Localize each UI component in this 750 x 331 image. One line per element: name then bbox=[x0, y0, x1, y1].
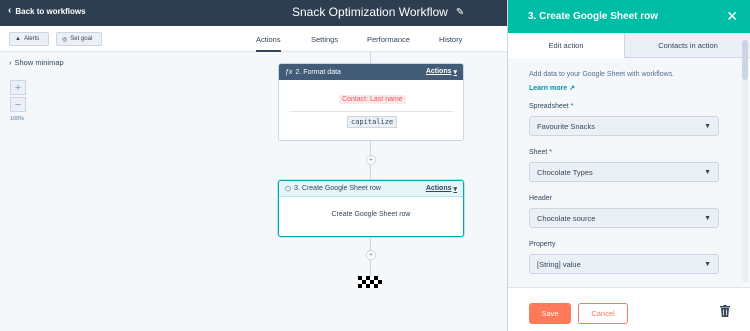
card-header: ƒx 2. Format data Actions ▾ bbox=[279, 64, 463, 80]
target-icon: ◎ bbox=[62, 36, 68, 43]
card-title: 2. Format data bbox=[295, 68, 341, 76]
caret-down-icon: ▾ bbox=[453, 185, 457, 193]
card-body-text: Create Google Sheet row bbox=[331, 211, 411, 218]
caret-down-icon: ▼ bbox=[704, 122, 711, 130]
alerts-button[interactable]: ▲ Alerts bbox=[9, 32, 49, 46]
fx-icon: ƒx bbox=[285, 68, 293, 76]
workflow-title[interactable]: Snack Optimization Workflow ✎ bbox=[292, 5, 464, 19]
caret-down-icon: ▼ bbox=[704, 260, 711, 268]
panel-description: Add data to your Google Sheet with workf… bbox=[529, 71, 675, 78]
set-goal-label: Set goal bbox=[70, 36, 93, 42]
set-goal-button[interactable]: ◎ Set goal bbox=[56, 32, 102, 46]
zoom-out-button[interactable]: − bbox=[10, 97, 26, 112]
learn-more-label: Learn more bbox=[529, 85, 568, 92]
panel-tabs: Edit action Contacts in action bbox=[508, 33, 750, 58]
workflow-title-text: Snack Optimization Workflow bbox=[292, 5, 448, 19]
actions-label: Actions bbox=[425, 184, 452, 192]
workflow-tabs-bar: ▲ Alerts ◎ Set goal Actions Settings Per… bbox=[0, 26, 507, 52]
operation-code: capitalize bbox=[347, 116, 398, 128]
panel-footer: Save Cancel bbox=[508, 287, 750, 331]
property-value: [String] value bbox=[537, 259, 581, 269]
tab-edit-action[interactable]: Edit action bbox=[508, 33, 625, 58]
close-icon[interactable]: ✕ bbox=[726, 8, 738, 25]
spreadsheet-label: Spreadsheet * bbox=[529, 103, 574, 110]
format-data-action-card[interactable]: ƒx 2. Format data Actions ▾ Contact: Las… bbox=[278, 63, 464, 141]
panel-header: 3. Create Google Sheet row ✕ bbox=[508, 0, 750, 33]
create-google-sheet-row-card[interactable]: ⬡ 3. Create Google Sheet row Actions ▾ C… bbox=[278, 180, 464, 237]
chevron-right-icon: › bbox=[9, 58, 12, 67]
card-title: 3. Create Google Sheet row bbox=[294, 185, 381, 192]
actions-label: Actions bbox=[425, 68, 452, 75]
learn-more-link[interactable]: Learn more ↗ bbox=[529, 84, 575, 92]
chevron-left-icon: ‹ bbox=[8, 5, 12, 16]
checkered-flag-icon bbox=[358, 276, 382, 288]
zoom-level: 100% bbox=[10, 116, 25, 122]
trash-icon[interactable] bbox=[720, 305, 730, 317]
warning-icon: ▲ bbox=[15, 36, 21, 42]
sheet-value: Chocolate Types bbox=[537, 167, 593, 177]
panel-body: Add data to your Google Sheet with workf… bbox=[508, 58, 750, 287]
caret-down-icon: ▼ bbox=[704, 168, 711, 176]
cancel-button[interactable]: Cancel bbox=[578, 303, 628, 324]
sheet-label: Sheet * bbox=[529, 149, 552, 156]
spreadsheet-value: Favourite Snacks bbox=[537, 121, 595, 131]
add-action-button[interactable]: + bbox=[366, 155, 376, 165]
pencil-icon[interactable]: ✎ bbox=[456, 7, 464, 18]
external-link-icon: ↗ bbox=[569, 85, 575, 92]
actions-menu[interactable]: Actions ▾ bbox=[426, 185, 457, 193]
google-sheets-icon: ⬡ bbox=[285, 185, 292, 193]
tab-performance[interactable]: Performance bbox=[367, 35, 410, 44]
property-token: Contact: Last name bbox=[339, 95, 406, 104]
action-editor-panel: 3. Create Google Sheet row ✕ Edit action… bbox=[507, 0, 750, 331]
show-minimap-toggle[interactable]: › Show minimap bbox=[9, 58, 64, 67]
header-select[interactable]: Chocolate source ▼ bbox=[529, 208, 719, 228]
scrollbar-thumb[interactable] bbox=[742, 40, 748, 80]
property-select[interactable]: [String] value ▼ bbox=[529, 254, 719, 274]
back-to-workflows-link[interactable]: ‹ Back to workflows bbox=[8, 6, 86, 16]
tab-history[interactable]: History bbox=[439, 35, 462, 44]
caret-down-icon: ▾ bbox=[453, 69, 457, 76]
sheet-select[interactable]: Chocolate Types ▼ bbox=[529, 162, 719, 182]
divider bbox=[289, 111, 453, 112]
panel-title: 3. Create Google Sheet row bbox=[528, 11, 659, 22]
save-button[interactable]: Save bbox=[529, 303, 571, 324]
zoom-in-button[interactable]: + bbox=[10, 80, 26, 95]
actions-menu[interactable]: Actions ▾ bbox=[426, 68, 457, 76]
property-label: Property bbox=[529, 241, 556, 248]
add-action-button[interactable]: + bbox=[366, 250, 376, 260]
tab-actions[interactable]: Actions bbox=[256, 35, 281, 52]
panel-scrollbar[interactable] bbox=[742, 40, 748, 282]
tab-contacts-in-action[interactable]: Contacts in action bbox=[625, 33, 750, 58]
card-header: ⬡ 3. Create Google Sheet row Actions ▾ bbox=[279, 181, 463, 197]
caret-down-icon: ▼ bbox=[704, 214, 711, 222]
header-label: Header bbox=[529, 195, 552, 202]
spreadsheet-select[interactable]: Favourite Snacks ▼ bbox=[529, 116, 719, 136]
header-value: Chocolate source bbox=[537, 213, 596, 223]
connector-line bbox=[370, 52, 371, 63]
minimap-label: Show minimap bbox=[14, 58, 64, 67]
back-label: Back to workflows bbox=[15, 6, 86, 16]
alerts-label: Alerts bbox=[23, 36, 40, 42]
tab-settings[interactable]: Settings bbox=[311, 35, 338, 44]
